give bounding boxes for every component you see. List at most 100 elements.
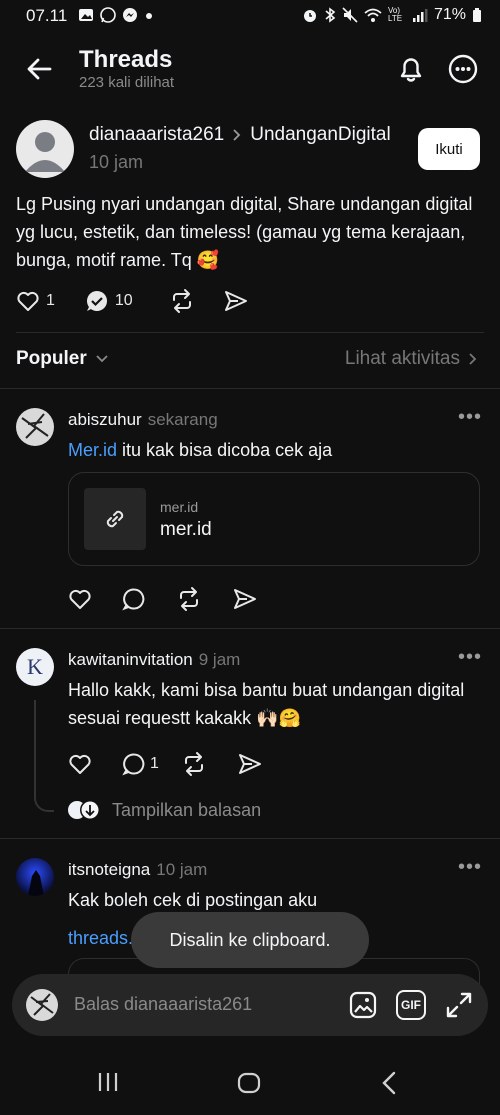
show-replies-label: Tampilkan balasan bbox=[112, 799, 262, 820]
view-activity-link[interactable]: Lihat aktivitas bbox=[345, 348, 478, 370]
gallery-icon bbox=[79, 9, 93, 21]
messenger-icon bbox=[123, 8, 137, 22]
check-reply-icon bbox=[86, 291, 107, 311]
comment-time: 10 jam bbox=[156, 860, 208, 879]
expand-button[interactable] bbox=[444, 990, 474, 1025]
silhouette-avatar-icon bbox=[28, 870, 44, 896]
comment-avatar[interactable]: K bbox=[16, 648, 54, 686]
divider bbox=[0, 628, 500, 629]
dot-icon bbox=[146, 13, 152, 19]
send-icon[interactable] bbox=[237, 751, 263, 777]
thread-line bbox=[34, 700, 54, 812]
divider bbox=[16, 332, 484, 333]
post-text: Lg Pusing nyari undangan digital, Share … bbox=[16, 194, 473, 270]
send-icon bbox=[224, 291, 247, 311]
heart-icon[interactable] bbox=[68, 752, 92, 776]
battery-percent: 71% bbox=[433, 6, 466, 23]
reply-count: 10 bbox=[114, 292, 133, 309]
comment-header: itsnoteigna 10 jam bbox=[68, 860, 207, 880]
comment-actions: 1 bbox=[68, 751, 263, 777]
back-button[interactable] bbox=[22, 52, 56, 86]
mute-icon bbox=[342, 7, 358, 23]
gif-button[interactable]: GIF bbox=[396, 990, 426, 1020]
bluetooth-icon bbox=[325, 7, 336, 23]
status-right: Vo) LTE 71% bbox=[302, 6, 482, 24]
chevron-right-icon bbox=[233, 129, 241, 141]
comment-author[interactable]: abiszuhur bbox=[68, 410, 142, 430]
image-button[interactable] bbox=[348, 990, 378, 1025]
chevron-down-icon bbox=[96, 355, 108, 363]
divider bbox=[0, 388, 500, 389]
expand-icon bbox=[446, 992, 472, 1018]
bell-icon bbox=[400, 58, 422, 82]
comment-header: abiszuhur sekarang bbox=[68, 410, 218, 430]
chevron-right-icon bbox=[469, 353, 477, 365]
back-icon bbox=[382, 1071, 396, 1095]
link-title: mer.id bbox=[160, 519, 212, 540]
send-icon[interactable] bbox=[232, 586, 258, 612]
comment-author[interactable]: kawitaninvitation bbox=[68, 650, 193, 670]
comment-avatar[interactable] bbox=[16, 408, 54, 446]
more-options-button[interactable] bbox=[446, 52, 480, 86]
comment-author[interactable]: itsnoteigna bbox=[68, 860, 150, 880]
home-icon bbox=[237, 1072, 261, 1094]
whatsapp-icon bbox=[100, 7, 116, 23]
back-nav-button[interactable] bbox=[378, 1070, 402, 1103]
comment-text: Mer.id itu kak bisa dicoba cek aja bbox=[68, 436, 478, 464]
divider bbox=[0, 838, 500, 839]
replies-button[interactable]: 10 bbox=[85, 289, 133, 313]
link-domain: mer.id bbox=[160, 499, 199, 515]
image-icon bbox=[349, 991, 377, 1019]
comment-time: sekarang bbox=[147, 410, 218, 429]
notification-button[interactable] bbox=[394, 52, 428, 86]
post-community[interactable]: UndanganDigital bbox=[250, 124, 391, 146]
follow-button[interactable]: Ikuti bbox=[418, 128, 480, 170]
comment-text: Hallo kakk, kami bisa bantu buat undanga… bbox=[68, 680, 465, 728]
recent-apps-button[interactable] bbox=[96, 1070, 120, 1101]
author-avatar[interactable] bbox=[16, 120, 74, 178]
share-button[interactable] bbox=[223, 288, 249, 314]
comment-avatar[interactable] bbox=[16, 858, 54, 896]
repost-button[interactable] bbox=[169, 288, 195, 314]
default-avatar-icon bbox=[25, 132, 65, 172]
comment-icon[interactable] bbox=[122, 587, 146, 611]
comment-reply-button[interactable]: 1 bbox=[122, 752, 159, 776]
repost-icon[interactable] bbox=[176, 586, 202, 612]
arrow-left-icon bbox=[27, 58, 52, 80]
avatar-letter: K bbox=[27, 654, 43, 679]
comment-body: itu kak bisa dicoba cek aja bbox=[117, 440, 333, 460]
show-replies-button[interactable]: Tampilkan balasan bbox=[66, 798, 261, 822]
page-title: Threads bbox=[79, 46, 173, 73]
reply-avatar bbox=[26, 989, 58, 1021]
reply-input[interactable]: Balas dianaaarista261 bbox=[74, 994, 252, 1015]
sort-label: Populer bbox=[16, 348, 87, 369]
more-circle-icon bbox=[448, 54, 478, 84]
post-author[interactable]: dianaaarista261 bbox=[89, 124, 224, 146]
comment-more-button[interactable]: ••• bbox=[458, 646, 482, 669]
sketch-avatar-icon bbox=[21, 413, 49, 439]
sort-dropdown[interactable]: Populer bbox=[16, 348, 109, 370]
view-activity-label: Lihat aktivitas bbox=[344, 348, 460, 369]
comment-actions bbox=[68, 586, 258, 612]
recents-icon bbox=[98, 1073, 118, 1091]
heart-icon bbox=[17, 291, 39, 311]
link-icon bbox=[106, 510, 124, 528]
comment-more-button[interactable]: ••• bbox=[458, 856, 482, 879]
link-preview-card[interactable]: mer.id mer.id bbox=[68, 472, 480, 566]
like-button[interactable]: 1 bbox=[16, 289, 55, 313]
home-button[interactable] bbox=[236, 1070, 262, 1103]
post-time: 10 jam bbox=[89, 152, 144, 172]
volte-icon: Vo) LTE bbox=[387, 6, 403, 23]
system-nav-bar bbox=[0, 1052, 500, 1115]
post-actions: 1 10 bbox=[16, 288, 249, 314]
comment-link[interactable]: Mer.id bbox=[68, 440, 117, 460]
notification-icons bbox=[78, 7, 154, 23]
signal-icon bbox=[412, 9, 428, 22]
repost-icon[interactable] bbox=[181, 751, 207, 777]
comment-time: 9 jam bbox=[198, 650, 241, 669]
comment-more-button[interactable]: ••• bbox=[458, 406, 482, 429]
heart-icon[interactable] bbox=[68, 587, 92, 611]
repost-icon bbox=[172, 289, 191, 313]
reply-bar[interactable]: Balas dianaaarista261 GIF bbox=[12, 974, 488, 1036]
gif-label: GIF bbox=[401, 998, 421, 1012]
